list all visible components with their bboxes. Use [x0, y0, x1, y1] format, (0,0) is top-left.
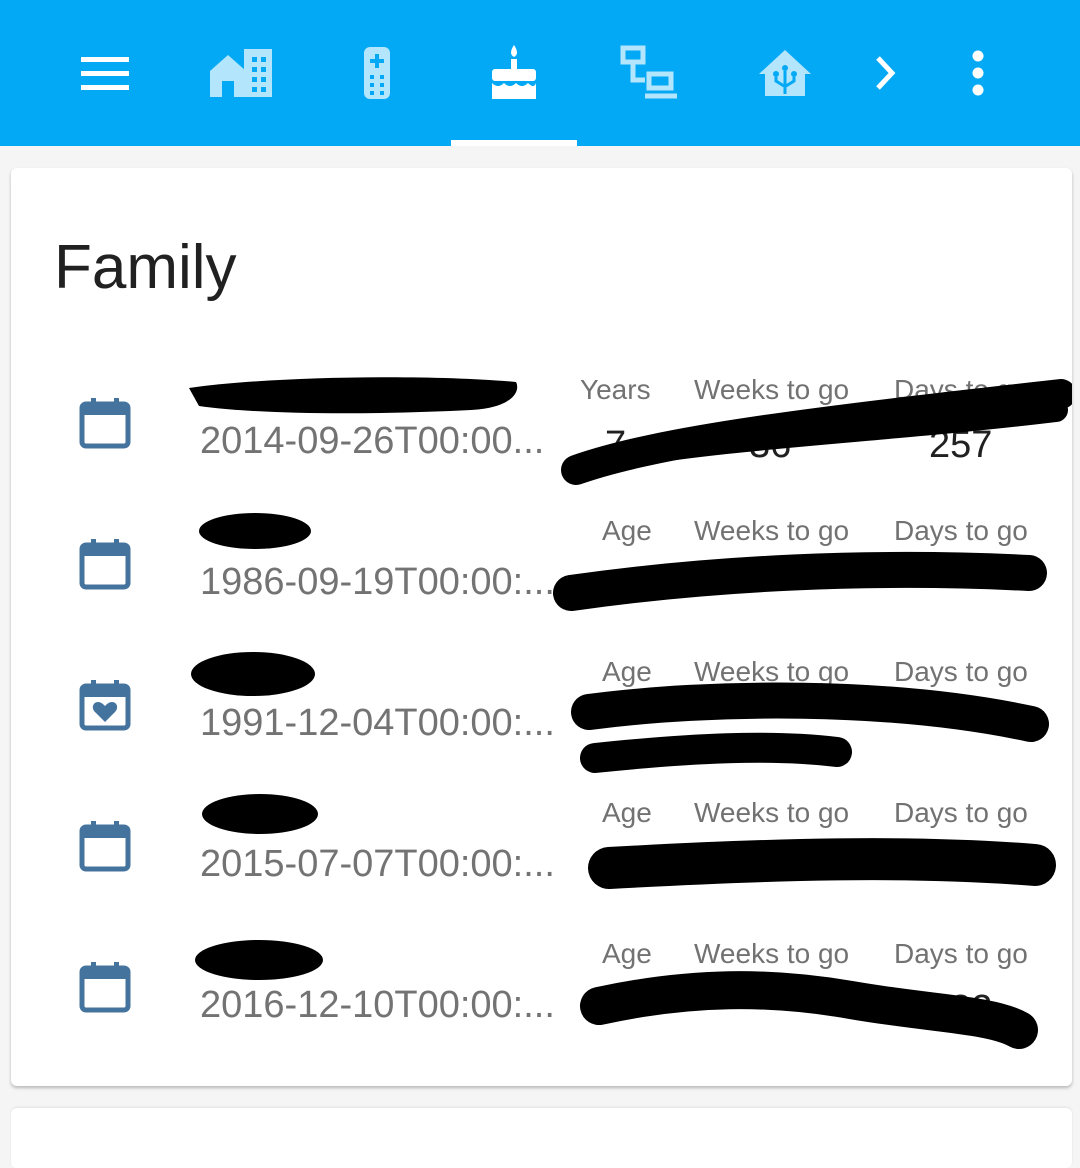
entity-row[interactable]: 2016-12-10T00:00:... Age Weeks to go Day…	[11, 934, 1072, 1064]
redaction-scribble	[199, 513, 1047, 611]
lan-icon	[620, 45, 677, 99]
entity-row[interactable]: 2014-09-26T00:00... Years Weeks to go Da…	[11, 370, 1072, 500]
family-card: Family 2014-09-26T00:00... Years Weeks t…	[11, 168, 1072, 1086]
tab-city[interactable]	[196, 0, 286, 146]
top-app-bar	[0, 0, 1080, 146]
home-assistant-icon	[759, 50, 811, 96]
remote-icon	[364, 47, 390, 99]
redaction-scribble	[189, 377, 1072, 485]
menu-icon	[81, 57, 129, 90]
next-card	[11, 1108, 1072, 1168]
redaction-scribble	[191, 652, 1049, 773]
tab-home-assistant[interactable]	[740, 0, 830, 146]
entity-row[interactable]: 1986-09-19T00:00:... Age Weeks to go Day…	[11, 511, 1072, 641]
city-icon	[210, 49, 272, 97]
tab-network[interactable]	[604, 0, 694, 146]
scroll-tabs-right-button[interactable]	[858, 0, 912, 146]
tab-birthdays[interactable]	[451, 0, 577, 146]
overflow-menu-button[interactable]	[948, 0, 1008, 146]
entity-row[interactable]: 1991-12-04T00:00:... Age Weeks to go Day…	[11, 652, 1072, 782]
dots-vertical-icon	[972, 50, 984, 96]
entity-row[interactable]: 2015-07-07T00:00:... Age Weeks to go Day…	[11, 793, 1072, 923]
redaction-scribble	[202, 794, 1056, 889]
chevron-right-icon	[876, 56, 896, 90]
card-title: Family	[54, 233, 237, 302]
active-tab-indicator	[451, 140, 577, 146]
redaction-scribble	[195, 940, 1038, 1049]
menu-button[interactable]	[60, 0, 150, 146]
tab-remote[interactable]	[332, 0, 422, 146]
cake-icon	[492, 45, 536, 99]
